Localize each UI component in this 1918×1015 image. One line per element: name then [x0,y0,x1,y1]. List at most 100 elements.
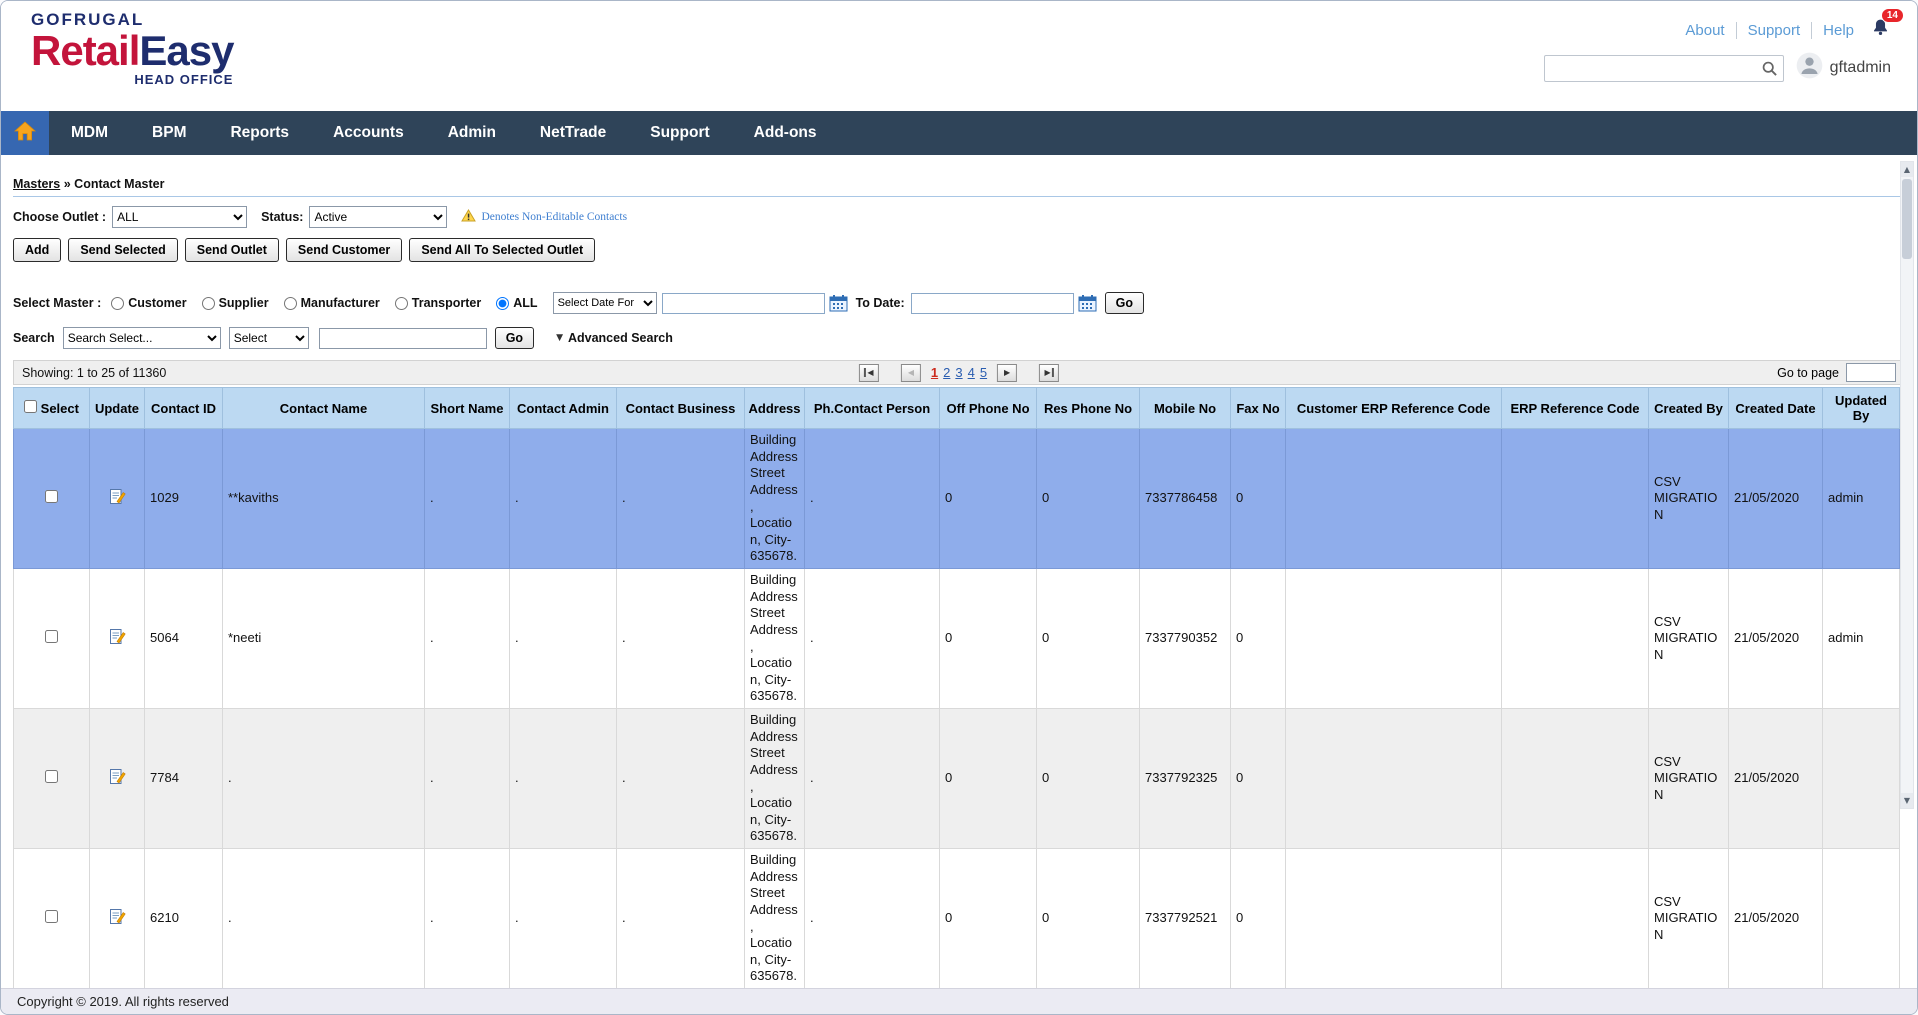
radio-customer[interactable]: Customer [111,296,186,310]
to-date-input[interactable] [911,293,1074,314]
col-updated-by: Updated By [1823,388,1900,429]
radio-all-input[interactable] [496,297,509,310]
cell-updated-by: admin [1823,429,1900,569]
brand-name: GOFRUGAL [31,11,233,28]
page-link-1[interactable]: 1 [931,365,938,380]
update-icon[interactable] [109,908,126,925]
next-page-button[interactable]: ▶ [997,364,1017,382]
table-row: 5064 *neeti . . . Building Address Stree… [14,569,1900,709]
radio-manufacturer-input[interactable] [284,297,297,310]
status-select[interactable]: Active [309,206,447,228]
notifications-button[interactable]: 14 [1870,17,1891,43]
cell-ph-contact-person: . [805,849,940,989]
radio-transporter[interactable]: Transporter [395,296,481,310]
breadcrumb-masters[interactable]: Masters [13,177,60,191]
cell-res-phone: 0 [1037,429,1140,569]
brand-subtitle: HEAD OFFICE [31,73,233,86]
cell-updated-by: admin [1823,569,1900,709]
search-icon[interactable] [1761,60,1778,82]
cell-erp-ref [1502,429,1649,569]
last-page-button[interactable]: ▶ [1039,364,1059,382]
update-icon[interactable] [109,488,126,505]
advanced-search-toggle[interactable]: ▼ Advanced Search [556,331,673,345]
radio-all[interactable]: ALL [496,296,537,310]
cell-contact-business: . [617,569,745,709]
radio-supplier[interactable]: Supplier [202,296,269,310]
to-date-calendar-icon[interactable] [1078,294,1097,312]
nav-item-support[interactable]: Support [628,111,731,155]
nav-item-bpm[interactable]: BPM [130,111,208,155]
search-label: Search [13,331,55,345]
radio-supplier-input[interactable] [202,297,215,310]
page-link-3[interactable]: 3 [955,365,962,380]
cell-address: Building Address Street Address , Locati… [745,849,805,989]
scrollbar-thumb[interactable] [1902,179,1912,259]
cell-contact-admin: . [510,849,617,989]
nav-item-addons[interactable]: Add-ons [732,111,839,155]
pagination: ◀ ◀ 1 2 3 4 5 ▶ ▶ [859,364,1059,382]
send-customer-button[interactable]: Send Customer [286,238,402,262]
date-for-select[interactable]: Select Date For [553,292,657,314]
support-link[interactable]: Support [1736,22,1801,39]
from-date-input[interactable] [662,293,825,314]
page-link-4[interactable]: 4 [968,365,975,380]
page-link-2[interactable]: 2 [943,365,950,380]
update-icon[interactable] [109,768,126,785]
row-select-checkbox[interactable] [45,630,58,643]
scroll-up-arrow-icon[interactable]: ▲ [1901,162,1913,177]
previous-page-button[interactable]: ◀ [901,364,921,382]
cell-created-by: CSV MIGRATION [1649,849,1729,989]
row-select-checkbox[interactable] [45,770,58,783]
radio-manufacturer[interactable]: Manufacturer [284,296,380,310]
outlet-select[interactable]: ALL [112,206,247,228]
update-icon[interactable] [109,628,126,645]
nav-item-accounts[interactable]: Accounts [311,111,426,155]
row-select-checkbox[interactable] [45,490,58,503]
search-go-button[interactable]: Go [495,327,534,349]
search-condition-select[interactable]: Select [229,327,309,349]
home-button[interactable] [1,111,49,155]
from-date-calendar-icon[interactable] [829,294,848,312]
cell-created-by: CSV MIGRATION [1649,429,1729,569]
add-button[interactable]: Add [13,238,61,262]
help-link[interactable]: Help [1811,22,1854,39]
global-search-input[interactable] [1544,55,1784,82]
send-selected-button[interactable]: Send Selected [68,238,177,262]
col-address: Address [745,388,805,429]
nav-item-mdm[interactable]: MDM [49,111,130,155]
table-row: 1029 **kaviths . . . Building Address St… [14,429,1900,569]
cell-mobile: 7337792521 [1140,849,1231,989]
vertical-scrollbar[interactable]: ▲ ▼ [1900,161,1914,809]
header-links: About Support Help 14 [1685,17,1891,43]
goto-page-input[interactable] [1846,363,1896,382]
non-editable-note: Denotes Non-Editable Contacts [481,211,627,223]
row-select-checkbox[interactable] [45,910,58,923]
col-res-phone: Res Phone No [1037,388,1140,429]
scroll-down-arrow-icon[interactable]: ▼ [1901,793,1913,808]
user-avatar-icon [1796,52,1823,84]
breadcrumb-separator: » [64,177,71,191]
col-mobile: Mobile No [1140,388,1231,429]
nav-item-reports[interactable]: Reports [208,111,311,155]
search-row: Search Search Select... Select Go ▼ Adva… [13,327,1905,349]
about-link[interactable]: About [1685,22,1724,39]
search-text-input[interactable] [319,328,487,349]
date-go-button[interactable]: Go [1105,292,1144,314]
first-page-button[interactable]: ◀ [859,364,879,382]
select-all-checkbox[interactable] [24,400,37,413]
col-update: Update [90,388,145,429]
user-menu[interactable]: gftadmin [1796,52,1891,84]
nav-item-nettrade[interactable]: NetTrade [518,111,628,155]
radio-customer-input[interactable] [111,297,124,310]
cell-contact-business: . [617,429,745,569]
nav-item-admin[interactable]: Admin [426,111,518,155]
page-link-5[interactable]: 5 [980,365,987,380]
bell-icon [1870,25,1891,42]
send-all-button[interactable]: Send All To Selected Outlet [409,238,595,262]
cell-erp-ref [1502,569,1649,709]
radio-transporter-input[interactable] [395,297,408,310]
send-outlet-button[interactable]: Send Outlet [185,238,279,262]
copyright-text: Copyright © 2019. All rights reserved [17,994,229,1009]
col-ph-contact-person: Ph.Contact Person [805,388,940,429]
search-field-select[interactable]: Search Select... [63,327,221,349]
